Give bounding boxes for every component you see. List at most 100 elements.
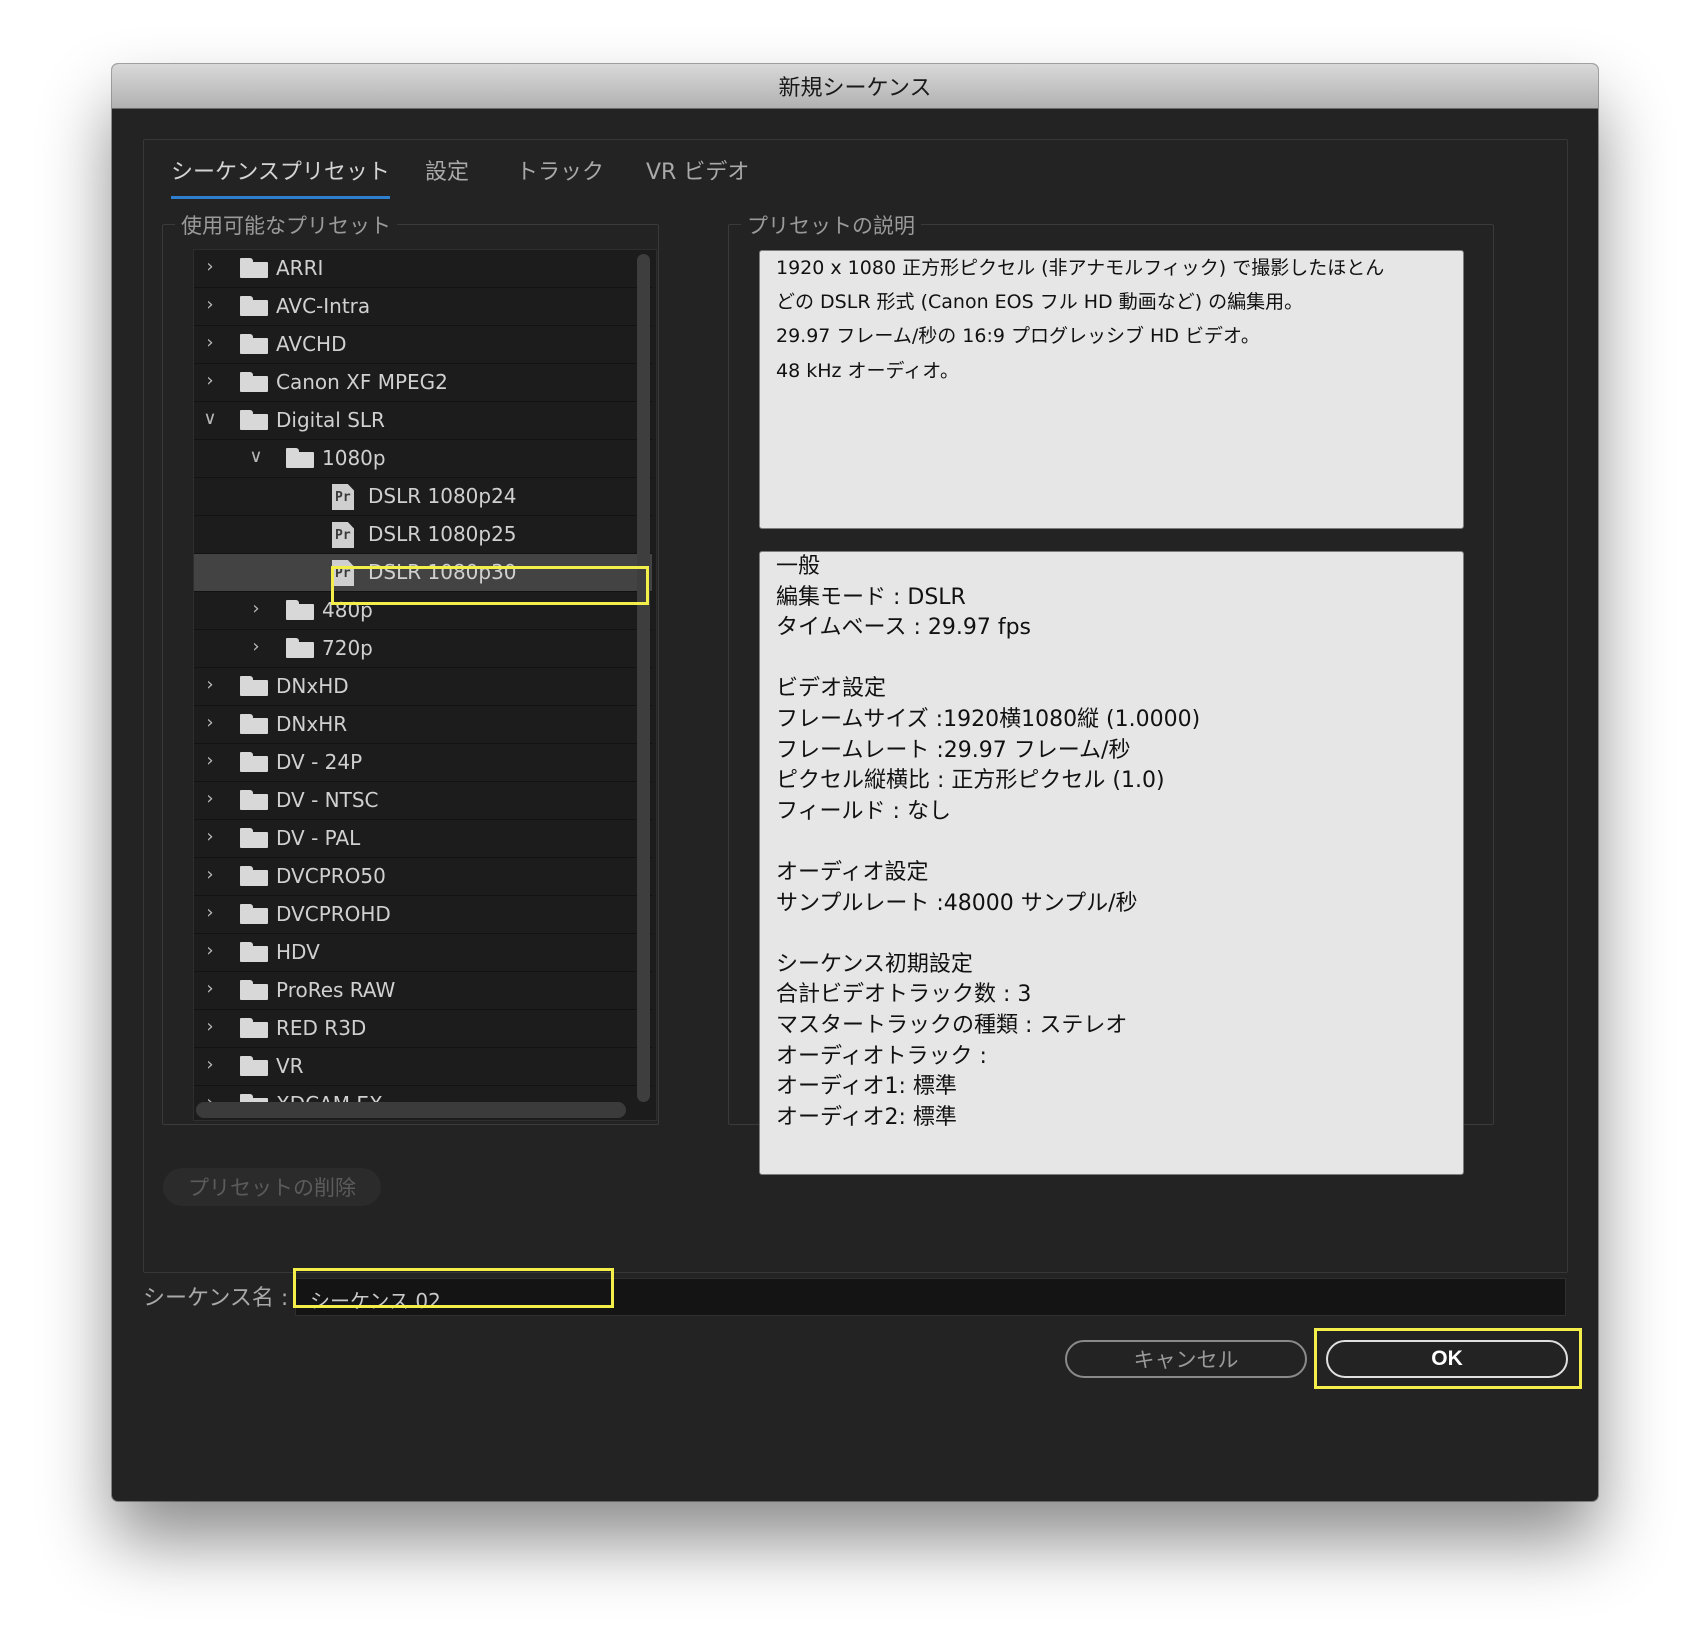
preset-info-line: オーディオ1: 標準: [776, 1074, 957, 1100]
folder-icon: [240, 258, 268, 278]
chevron-down-icon[interactable]: ∨: [202, 409, 218, 429]
preset-tree-label: 480p: [322, 598, 373, 622]
chevron-right-icon[interactable]: ›: [202, 1017, 218, 1037]
chevron-right-icon[interactable]: ›: [202, 371, 218, 391]
chevron-right-icon[interactable]: ›: [202, 333, 218, 353]
tree-horizontal-scrollbar[interactable]: [196, 1102, 626, 1118]
preset-tree-label: AVCHD: [276, 332, 347, 356]
chevron-right-icon[interactable]: ›: [202, 713, 218, 733]
tab-settings[interactable]: 設定: [425, 154, 469, 196]
new-sequence-dialog: 新規シーケンス シーケンスプリセット 設定 トラック VR ビデオ 使用可能なプ…: [112, 64, 1598, 1501]
tree-vertical-scrollbar[interactable]: [637, 254, 650, 1102]
chevron-right-icon[interactable]: ›: [202, 865, 218, 885]
preset-tree-label: DSLR 1080p25: [368, 522, 517, 546]
preset-info-line: 編集モード : DSLR: [776, 584, 966, 610]
tab-tracks[interactable]: トラック: [516, 154, 604, 196]
folder-icon: [240, 752, 268, 772]
preset-info-line: ピクセル縦横比 : 正方形ピクセル (1.0): [776, 768, 1165, 794]
preset-info-line: フレームサイズ :1920横1080縦 (1.0000): [776, 707, 1201, 732]
preset-description-title: プリセットの説明: [741, 210, 921, 240]
preset-tree-row[interactable]: › VR: [194, 1048, 652, 1086]
folder-icon: [240, 714, 268, 734]
preset-tree-label: ProRes RAW: [276, 978, 396, 1002]
chevron-right-icon[interactable]: ›: [202, 979, 218, 999]
preset-tree-row[interactable]: ∨ 1080p: [194, 440, 652, 478]
description-line: どの DSLR 形式 (Canon EOS フル HD 動画など) の編集用。: [776, 291, 1304, 313]
preset-tree-label: ARRI: [276, 256, 324, 280]
preset-tree-row[interactable]: Pr DSLR 1080p24: [194, 478, 652, 516]
sequence-name-input[interactable]: シーケンス 02: [295, 1278, 1566, 1316]
preset-tree-row[interactable]: › ARRI: [194, 250, 652, 288]
folder-icon: [240, 828, 268, 848]
chevron-right-icon[interactable]: ›: [248, 637, 264, 657]
preset-tree-row[interactable]: › 480p: [194, 592, 652, 630]
ok-button[interactable]: OK: [1326, 1340, 1568, 1378]
preset-tree-row[interactable]: Pr DSLR 1080p25: [194, 516, 652, 554]
preset-tree-row[interactable]: › Canon XF MPEG2: [194, 364, 652, 402]
preset-tree-label: DV - 24P: [276, 750, 363, 774]
dialog-titlebar: 新規シーケンス: [112, 64, 1598, 109]
chevron-right-icon[interactable]: ›: [202, 751, 218, 771]
preset-tree-label: 1080p: [322, 446, 386, 470]
preset-info-line: フレームレート :29.97 フレーム/秒: [776, 737, 1131, 763]
folder-icon: [240, 676, 268, 696]
preset-info-line: サンプルレート :48000 サンプル/秒: [776, 890, 1138, 916]
folder-icon: [240, 1056, 268, 1076]
preset-description-group: プリセットの説明 1920 x 1080 正方形ピクセル (非アナモルフィック)…: [728, 210, 1494, 1175]
preset-tree-label: Canon XF MPEG2: [276, 370, 448, 394]
premiere-preset-file-icon: Pr: [332, 560, 354, 586]
preset-tree-row[interactable]: › AVC-Intra: [194, 288, 652, 326]
available-presets-title: 使用可能なプリセット: [175, 210, 397, 240]
preset-tree-row[interactable]: › DV - 24P: [194, 744, 652, 782]
preset-info-line: 一般: [776, 554, 821, 579]
preset-tree-row[interactable]: › DV - PAL: [194, 820, 652, 858]
preset-info-box: 一般 編集モード : DSLR タイムベース : 29.97 fps ビデオ設定 …: [759, 551, 1464, 1175]
tab-sequence-presets[interactable]: シーケンスプリセット: [171, 154, 390, 199]
chevron-right-icon[interactable]: ›: [248, 599, 264, 619]
preset-tree-label: DNxHD: [276, 674, 349, 698]
preset-tree-row[interactable]: › ProRes RAW: [194, 972, 652, 1010]
chevron-right-icon[interactable]: ›: [202, 827, 218, 847]
available-presets-group: 使用可能なプリセット › ARRI › AVC-Intra › AVCHD › Canon X…: [162, 210, 659, 1125]
preset-tree-row[interactable]: › DVCPROHD: [194, 896, 652, 934]
chevron-right-icon[interactable]: ›: [202, 675, 218, 695]
preset-tree-label: VR: [276, 1054, 304, 1078]
chevron-right-icon[interactable]: ›: [202, 789, 218, 809]
preset-tree-label: DV - PAL: [276, 826, 361, 850]
preset-info-line: オーディオ設定: [776, 860, 929, 885]
folder-icon: [240, 1018, 268, 1038]
preset-tree-row[interactable]: Pr DSLR 1080p30: [194, 554, 652, 592]
chevron-right-icon[interactable]: ›: [202, 257, 218, 277]
preset-info-line: オーディオ2: 標準: [776, 1104, 957, 1130]
folder-icon: [240, 904, 268, 924]
preset-tree-row[interactable]: ∨ Digital SLR: [194, 402, 652, 440]
preset-tree-row[interactable]: › DNxHD: [194, 668, 652, 706]
preset-tree-row[interactable]: › DV - NTSC: [194, 782, 652, 820]
folder-icon: [286, 600, 314, 620]
preset-info-line: シーケンス初期設定: [776, 951, 973, 977]
preset-tree-row[interactable]: › AVCHD: [194, 326, 652, 364]
sequence-name-label: シーケンス名 :: [143, 1286, 289, 1311]
folder-icon: [240, 410, 268, 430]
premiere-preset-file-icon: Pr: [332, 522, 354, 548]
preset-tree-row[interactable]: › RED R3D: [194, 1010, 652, 1048]
preset-info-line: オーディオトラック :: [776, 1043, 987, 1069]
preset-tree-label: AVC-Intra: [276, 294, 371, 318]
cancel-button[interactable]: キャンセル: [1065, 1340, 1307, 1378]
preset-tree-row[interactable]: › HDV: [194, 934, 652, 972]
preset-tree-row[interactable]: › 720p: [194, 630, 652, 668]
preset-tree-row[interactable]: › DNxHR: [194, 706, 652, 744]
preset-info-line: ビデオ設定: [776, 676, 887, 702]
chevron-down-icon[interactable]: ∨: [248, 447, 264, 467]
folder-icon: [286, 638, 314, 658]
preset-tree-row[interactable]: › DVCPRO50: [194, 858, 652, 896]
chevron-right-icon[interactable]: ›: [202, 903, 218, 923]
chevron-right-icon[interactable]: ›: [202, 295, 218, 315]
main-pane: シーケンスプリセット 設定 トラック VR ビデオ 使用可能なプリセット › AR…: [143, 139, 1568, 1273]
delete-preset-button[interactable]: プリセットの削除: [163, 1168, 381, 1206]
preset-tree-label: DNxHR: [276, 712, 348, 736]
chevron-right-icon[interactable]: ›: [202, 1055, 218, 1075]
tab-vr-video[interactable]: VR ビデオ: [646, 154, 749, 196]
preset-tree-label: HDV: [276, 940, 320, 964]
chevron-right-icon[interactable]: ›: [202, 941, 218, 961]
